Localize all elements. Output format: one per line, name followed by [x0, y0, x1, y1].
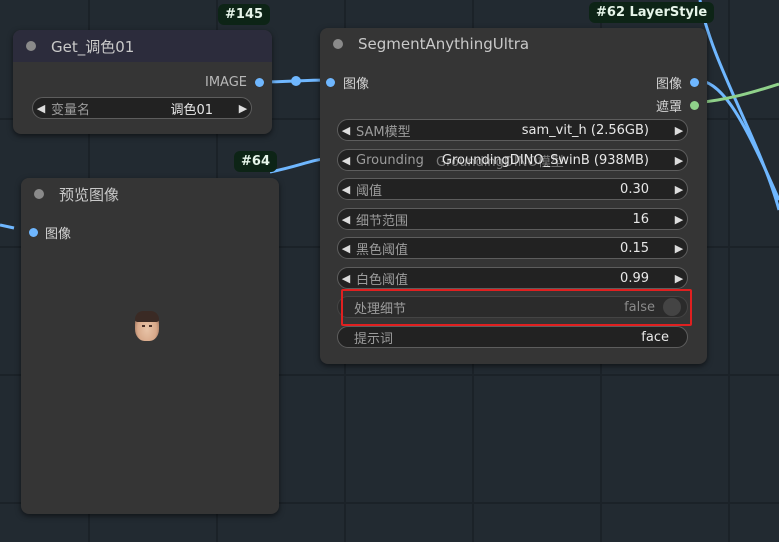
threshold-number[interactable]: ◀ 阈值 0.30 ▶ — [337, 178, 688, 200]
left-arrow-icon[interactable]: ◀ — [338, 272, 354, 285]
left-arrow-icon[interactable]: ◀ — [33, 102, 49, 115]
right-arrow-icon[interactable]: ▶ — [671, 213, 687, 226]
widget-label: 变量名 — [51, 102, 91, 118]
node-title: SegmentAnythingUltra — [358, 35, 530, 53]
right-arrow-icon[interactable]: ▶ — [671, 124, 687, 137]
node-id-badge: #64 — [234, 151, 277, 172]
input-label: 图像 — [45, 227, 72, 242]
widget-label: SAM模型 — [356, 124, 411, 140]
output-dot-icon[interactable] — [690, 101, 699, 110]
collapse-dot-icon[interactable] — [34, 189, 44, 199]
widget-value: 0.15 — [620, 240, 649, 256]
white-point-number[interactable]: ◀ 白色阈值 0.99 ▶ — [337, 267, 688, 289]
right-arrow-icon[interactable]: ▶ — [671, 272, 687, 285]
widget-value: sam_vit_h (2.56GB) — [521, 122, 649, 138]
left-arrow-icon[interactable]: ◀ — [338, 183, 354, 196]
node-title-bar[interactable]: 预览图像 — [21, 178, 279, 210]
widget-value: GroundingDINO_SwinB (938MB) — [441, 152, 649, 168]
output-label: 遮罩 — [655, 100, 682, 115]
red-highlight-box — [341, 289, 692, 326]
widget-label: 黑色阈值 — [356, 242, 409, 258]
input-label: 图像 — [343, 77, 370, 92]
collapse-dot-icon[interactable] — [333, 39, 343, 49]
output-slot-mask[interactable]: 遮罩 — [656, 96, 699, 115]
variable-name-combo[interactable]: ◀ 变量名 调色01 ▶ — [32, 97, 252, 119]
node-title-bar[interactable]: SegmentAnythingUltra — [320, 28, 707, 60]
left-arrow-icon[interactable]: ◀ — [338, 124, 354, 137]
node-id-badge: #62 LayerStyle — [589, 2, 715, 23]
node-title: 预览图像 — [59, 185, 120, 204]
left-arrow-icon[interactable]: ◀ — [338, 242, 354, 255]
input-slot-image[interactable]: 图像 — [29, 223, 71, 242]
get-node[interactable]: Get_调色01 IMAGE ◀ 变量名 调色01 ▶ — [13, 30, 272, 134]
left-arrow-icon[interactable]: ◀ — [338, 154, 354, 167]
detail-range-number[interactable]: ◀ 细节范围 16 ▶ — [337, 208, 688, 230]
preview-node[interactable]: 预览图像 图像 — [21, 178, 279, 514]
output-label: IMAGE — [204, 75, 247, 90]
widget-value: 0.99 — [620, 270, 649, 286]
collapse-dot-icon[interactable] — [26, 41, 36, 51]
output-dot-icon[interactable] — [690, 78, 699, 87]
node-title-bar[interactable]: Get_调色01 — [13, 30, 272, 62]
right-arrow-icon[interactable]: ▶ — [671, 183, 687, 196]
widget-label: Grounding — [356, 152, 424, 168]
right-arrow-icon[interactable]: ▶ — [671, 154, 687, 167]
output-slot-image[interactable]: IMAGE — [205, 75, 264, 90]
sam-model-combo[interactable]: ◀ SAM模型 sam_vit_h (2.56GB) ▶ — [337, 119, 688, 141]
right-arrow-icon[interactable]: ▶ — [671, 242, 687, 255]
left-arrow-icon[interactable]: ◀ — [338, 213, 354, 226]
output-dot-icon[interactable] — [255, 78, 264, 87]
widget-label: 提示词 — [354, 331, 394, 347]
preview-image — [135, 311, 159, 341]
widget-label: 阈值 — [356, 183, 383, 199]
node-id-badge: #145 — [218, 4, 271, 25]
output-slot-image[interactable]: 图像 — [656, 73, 699, 92]
input-dot-icon[interactable] — [29, 228, 38, 237]
node-title: Get_调色01 — [51, 37, 135, 56]
black-point-number[interactable]: ◀ 黑色阈值 0.15 ▶ — [337, 237, 688, 259]
right-arrow-icon[interactable]: ▶ — [235, 102, 251, 115]
widget-value: 16 — [632, 211, 649, 227]
widget-value: face — [641, 329, 669, 345]
output-label: 图像 — [655, 77, 682, 92]
widget-value: 0.30 — [620, 181, 649, 197]
grounding-model-combo[interactable]: ◀ Grounding GroundingDINO模型 GroundingDIN… — [337, 149, 688, 171]
widget-label: 细节范围 — [356, 213, 409, 229]
widget-value: 调色01 — [170, 102, 213, 118]
widget-label: 白色阈值 — [356, 272, 409, 288]
prompt-text[interactable]: 提示词 face — [337, 326, 688, 348]
input-dot-icon[interactable] — [326, 78, 335, 87]
input-slot-image[interactable]: 图像 — [326, 73, 369, 92]
